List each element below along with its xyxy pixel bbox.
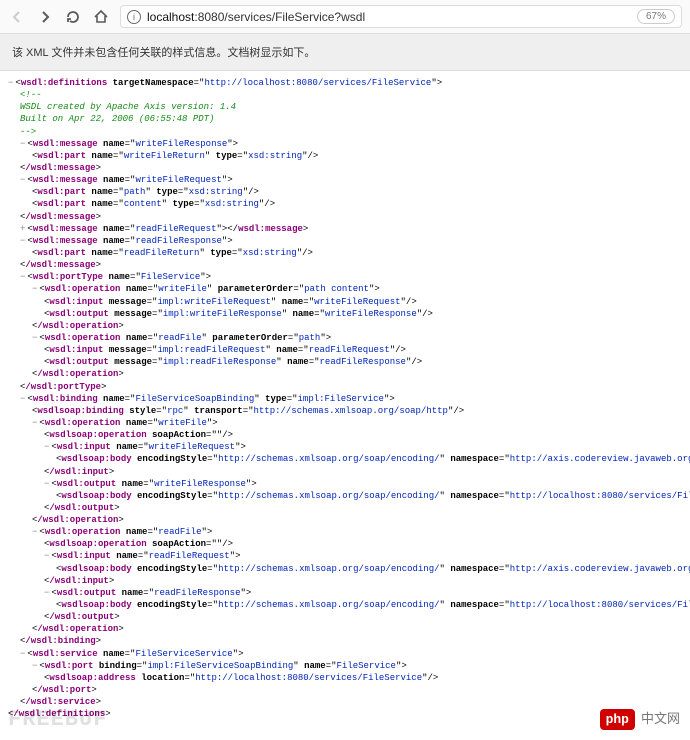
back-icon[interactable] (8, 8, 26, 26)
xml-tree: −<wsdl:definitions targetNamespace="http… (0, 71, 690, 740)
toggle-icon[interactable]: − (20, 272, 25, 282)
toggle-icon[interactable]: − (44, 479, 49, 489)
site-info-icon[interactable]: i (127, 10, 141, 24)
toggle-icon[interactable]: − (20, 139, 25, 149)
address-bar[interactable]: i localhost:8080/services/FileService?ws… (120, 5, 682, 28)
toggle-icon[interactable]: − (32, 284, 37, 294)
forward-icon[interactable] (36, 8, 54, 26)
toggle-icon[interactable]: − (8, 78, 13, 88)
browser-toolbar: i localhost:8080/services/FileService?ws… (0, 0, 690, 34)
xml-info-bar: 该 XML 文件并未包含任何关联的样式信息。文档树显示如下。 (0, 34, 690, 71)
toggle-icon[interactable]: − (44, 588, 49, 598)
toggle-icon[interactable]: + (20, 224, 25, 234)
reload-icon[interactable] (64, 8, 82, 26)
toggle-icon[interactable]: − (20, 649, 25, 659)
home-icon[interactable] (92, 8, 110, 26)
toggle-icon[interactable]: − (20, 236, 25, 246)
toggle-icon[interactable]: − (20, 394, 25, 404)
url-text: localhost:8080/services/FileService?wsdl (147, 10, 365, 24)
zoom-badge[interactable]: 67% (637, 9, 675, 24)
toggle-icon[interactable]: − (32, 661, 37, 671)
toggle-icon[interactable]: − (20, 175, 25, 185)
toggle-icon[interactable]: − (32, 333, 37, 343)
toggle-icon[interactable]: − (32, 418, 37, 428)
toggle-icon[interactable]: − (32, 527, 37, 537)
toggle-icon[interactable]: − (44, 551, 49, 561)
toggle-icon[interactable]: − (44, 442, 49, 452)
